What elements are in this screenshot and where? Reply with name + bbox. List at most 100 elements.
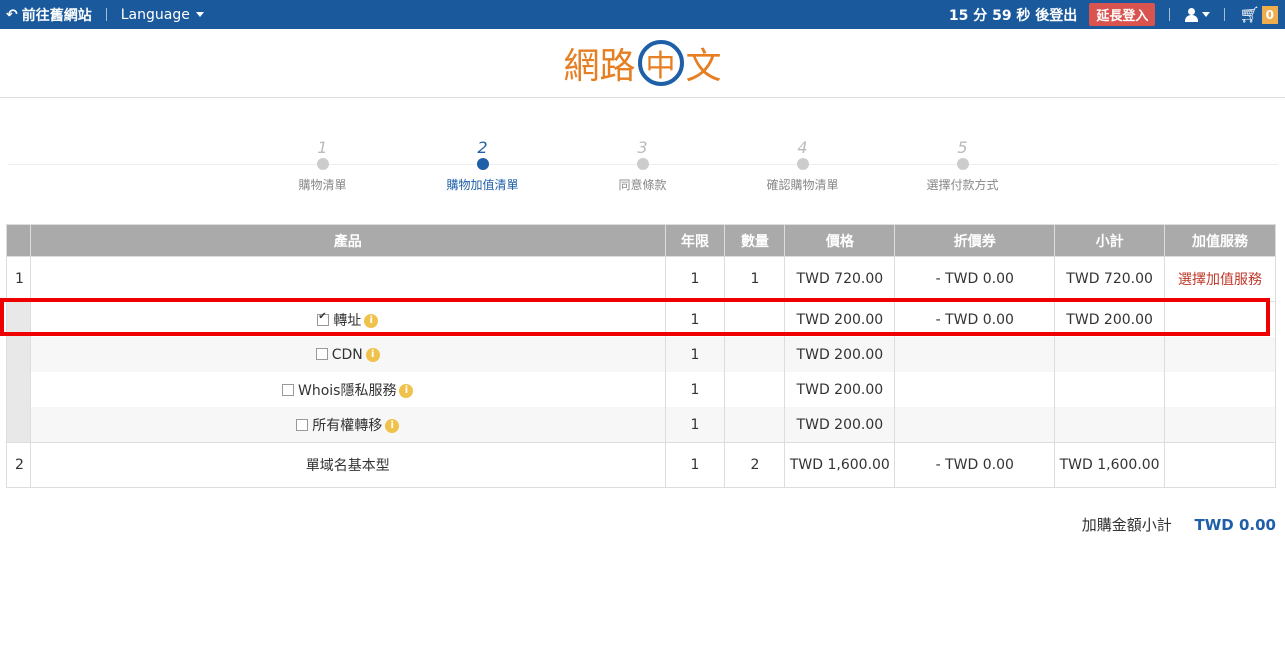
info-icon[interactable]: i xyxy=(399,383,414,398)
price-cell: TWD 200.00 xyxy=(784,407,896,443)
info-icon[interactable]: i xyxy=(365,347,380,362)
logo-circle: 中 xyxy=(637,40,684,86)
addon-checkbox[interactable] xyxy=(296,418,309,431)
years-cell: 1 xyxy=(664,337,726,372)
product-cell xyxy=(29,256,666,302)
step-label: 同意條款 xyxy=(618,178,667,192)
caret-down-icon xyxy=(1202,12,1211,17)
step-dot xyxy=(316,158,329,170)
years-cell: 1 xyxy=(664,407,726,443)
site-logo[interactable]: 網路 中 文 xyxy=(563,37,722,89)
choose-addon-link[interactable]: 選擇加值服務 xyxy=(1178,272,1262,288)
undo-icon: ↶ xyxy=(6,6,18,23)
qty-cell: 1 xyxy=(724,256,786,302)
addon-name-cell: Whois隱私服務 i xyxy=(29,372,666,407)
step-dot xyxy=(796,158,809,170)
row-gutter xyxy=(6,337,31,372)
step-number: 2 xyxy=(477,138,488,157)
years-cell: 1 xyxy=(664,256,726,302)
site-header: 網路 中 文 xyxy=(0,29,1285,98)
step-label: 購物清單 xyxy=(298,178,347,192)
coupon-cell: - TWD 0.00 xyxy=(894,256,1056,302)
divider xyxy=(105,8,107,21)
cart-count-badge: 0 xyxy=(1261,5,1278,24)
cart-button[interactable]: 🛒︎ 0 xyxy=(1239,5,1278,24)
logo-text-mid: 中 xyxy=(645,49,676,84)
row-index: 1 xyxy=(6,256,31,302)
row-gutter xyxy=(6,301,31,337)
service-cell xyxy=(1164,301,1276,337)
subtotal-cell xyxy=(1054,407,1166,443)
product-cell: 單域名基本型 xyxy=(29,442,666,488)
qty-cell xyxy=(724,407,786,443)
addon-row: 轉址i 1 TWD 200.00 - TWD 0.00 TWD 200.00 xyxy=(6,301,1276,337)
price-cell: TWD 1,600.00 xyxy=(784,442,896,488)
step-number: 4 xyxy=(797,138,808,157)
info-icon[interactable]: i xyxy=(364,313,379,328)
logo-text-right: 文 xyxy=(685,46,722,87)
back-label: 前往舊網站 xyxy=(21,7,92,24)
addon-name: Whois隱私服務 xyxy=(298,382,397,399)
info-icon[interactable]: i xyxy=(385,418,400,433)
addon-row: Whois隱私服務 i 1 TWD 200.00 xyxy=(6,372,1276,407)
coupon-cell xyxy=(894,407,1056,443)
qty-cell xyxy=(724,372,786,407)
total-amount: TWD 0.00 xyxy=(1194,516,1276,534)
coupon-cell xyxy=(894,372,1056,407)
col-index xyxy=(6,224,31,257)
col-years: 年限 xyxy=(664,224,726,257)
addon-checkbox[interactable] xyxy=(317,311,330,326)
coupon-cell xyxy=(894,337,1056,372)
price-cell: TWD 720.00 xyxy=(784,256,896,302)
addon-row: 所有權轉移 i 1 TWD 200.00 xyxy=(6,407,1276,443)
product-name xyxy=(197,264,498,290)
step-label: 選擇付款方式 xyxy=(926,178,999,192)
coupon-cell: - TWD 0.00 xyxy=(894,442,1056,488)
col-qty: 數量 xyxy=(724,224,786,257)
addon-total: 加購金額小計 TWD 0.00 xyxy=(1082,514,1276,535)
extend-login-button[interactable]: 延長登入 xyxy=(1089,3,1156,26)
addon-name-cell: 轉址i xyxy=(29,301,666,337)
row-index: 2 xyxy=(6,442,31,488)
addon-name: 所有權轉移 xyxy=(312,417,383,434)
cart-table-wrapper: 產品 年限 數量 價格 折價券 小計 加值服務 1 1 1 TWD 720.00… xyxy=(6,224,1276,488)
addon-checkbox[interactable] xyxy=(282,383,295,396)
coupon-cell: - TWD 0.00 xyxy=(894,301,1056,337)
service-cell: 選擇加值服務 xyxy=(1164,256,1276,302)
table-header-row: 產品 年限 數量 價格 折價券 小計 加值服務 xyxy=(6,224,1276,257)
cart-table: 產品 年限 數量 價格 折價券 小計 加值服務 1 1 1 TWD 720.00… xyxy=(6,224,1276,488)
language-label: Language xyxy=(120,6,190,23)
qty-cell xyxy=(724,337,786,372)
language-dropdown[interactable]: Language xyxy=(121,7,204,23)
divider xyxy=(1224,8,1226,21)
addon-name: 轉址 xyxy=(333,312,362,329)
qty-cell: 2 xyxy=(724,442,786,488)
addon-checkbox[interactable] xyxy=(315,347,328,360)
col-coupon: 折價券 xyxy=(894,224,1056,257)
top-navbar: ↶ 前往舊網站 Language 15 分 59 秒 後登出 延長登入 🛒︎ 0 xyxy=(0,0,1285,29)
user-icon xyxy=(1184,7,1199,22)
subtotal-cell: TWD 1,600.00 xyxy=(1054,442,1166,488)
addon-row: CDN i 1 TWD 200.00 xyxy=(6,337,1276,372)
step-dot xyxy=(956,158,969,170)
back-to-old-site-link[interactable]: ↶ 前往舊網站 xyxy=(6,5,92,25)
subtotal-cell xyxy=(1054,337,1166,372)
logout-timer: 15 分 59 秒 後登出 xyxy=(948,7,1078,24)
service-cell xyxy=(1164,372,1276,407)
col-price: 價格 xyxy=(784,224,896,257)
step-number: 1 xyxy=(317,138,328,157)
step-label: 確認購物清單 xyxy=(766,178,839,192)
user-menu[interactable] xyxy=(1184,7,1211,22)
step-dot xyxy=(636,158,649,170)
divider xyxy=(1169,8,1171,21)
step-2: 2 購物加值清單 xyxy=(418,138,548,193)
addon-name-cell: 所有權轉移 i xyxy=(29,407,666,443)
step-label: 購物加值清單 xyxy=(446,178,519,192)
qty-cell xyxy=(724,301,786,337)
addon-name-cell: CDN i xyxy=(29,337,666,372)
years-cell: 1 xyxy=(664,442,726,488)
service-cell xyxy=(1164,442,1276,488)
price-cell: TWD 200.00 xyxy=(784,372,896,407)
years-cell: 1 xyxy=(664,301,726,337)
table-row: 1 1 1 TWD 720.00 - TWD 0.00 TWD 720.00 選… xyxy=(6,256,1276,302)
